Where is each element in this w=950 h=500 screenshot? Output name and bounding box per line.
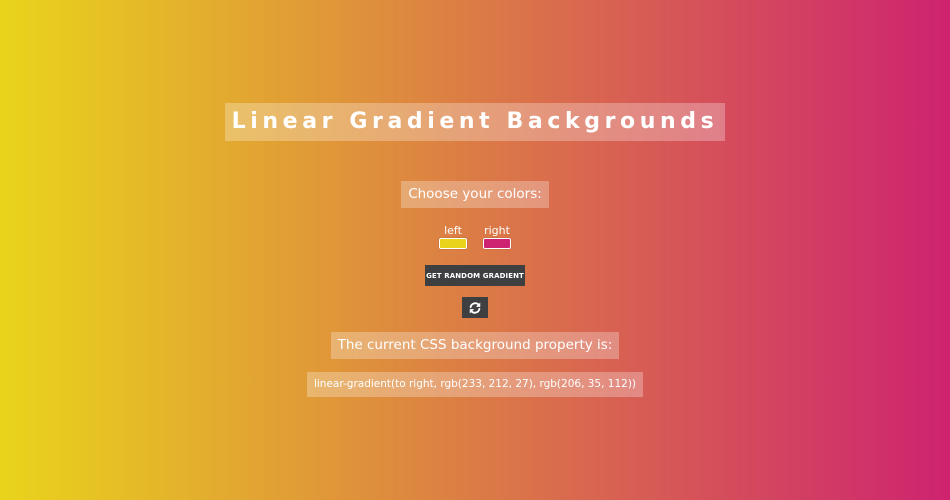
choose-colors-label: Choose your colors: [401,181,549,208]
refresh-button[interactable] [462,297,488,318]
right-color-picker: right [483,225,511,249]
current-property-label: The current CSS background property is: [330,332,620,359]
title-row: Linear Gradient Backgrounds [0,103,950,141]
left-color-input[interactable] [439,238,467,249]
current-property-row: The current CSS background property is: [0,332,950,359]
css-value-row: linear-gradient(to right, rgb(233, 212, … [0,372,950,397]
page: { "title": "Linear Gradient Backgrounds"… [0,0,950,500]
left-picker-label: left [444,224,462,237]
get-random-gradient-button[interactable]: GET RANDOM GRADIENT [425,265,525,286]
refresh-row [0,297,950,318]
page-title: Linear Gradient Backgrounds [224,103,726,141]
color-pickers: left right [0,225,950,249]
random-row: GET RANDOM GRADIENT [0,265,950,286]
left-color-picker: left [439,225,467,249]
css-background-value: linear-gradient(to right, rgb(233, 212, … [306,372,644,397]
refresh-icon [469,301,481,314]
right-color-input[interactable] [483,238,511,249]
choose-row: Choose your colors: [0,181,950,208]
right-picker-label: right [484,224,510,237]
